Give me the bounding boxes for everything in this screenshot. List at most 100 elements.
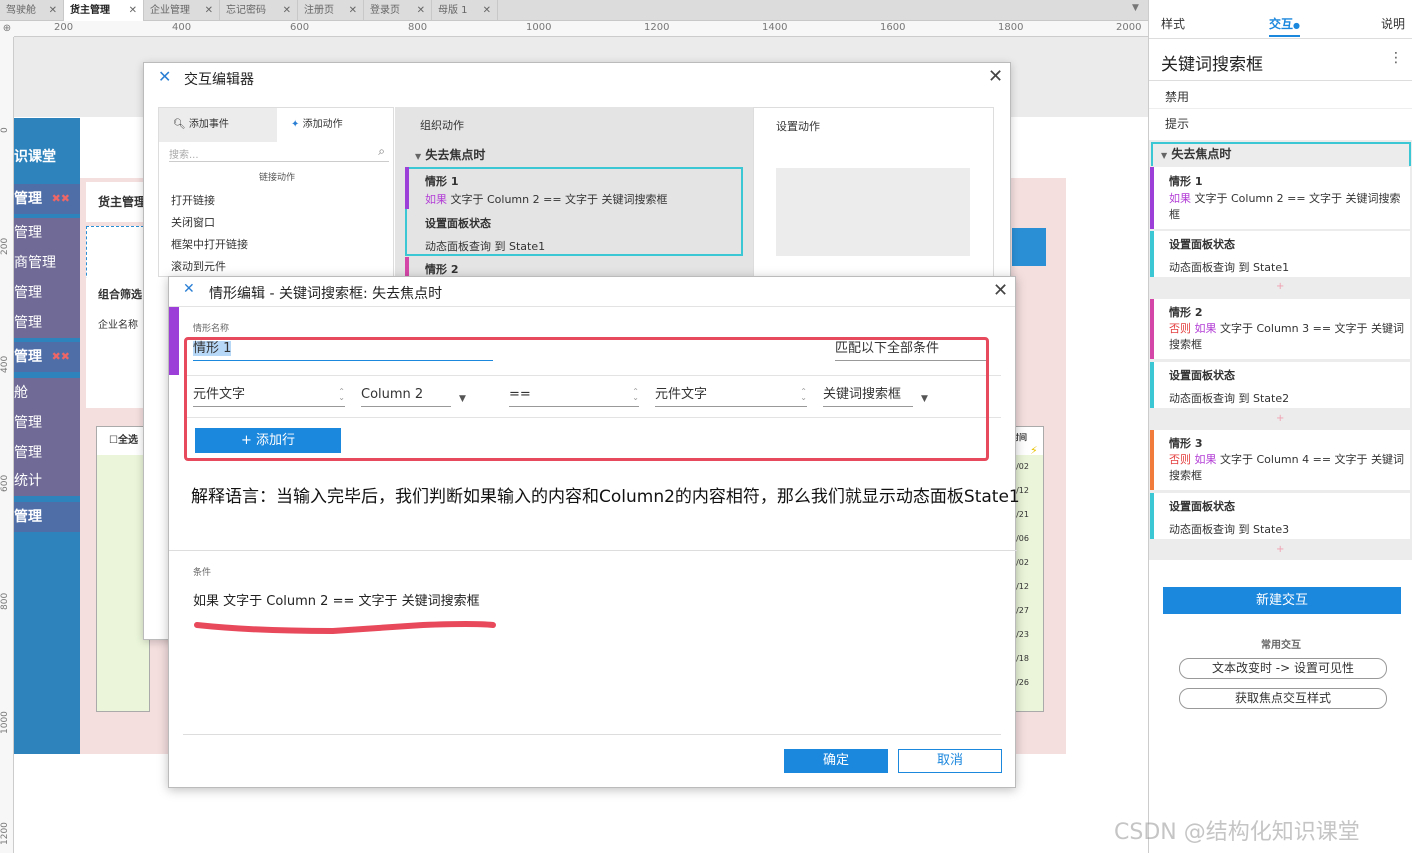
watermark: CSDN @结构化知识课堂 xyxy=(1114,820,1360,845)
link-actions-header: 链接动作 xyxy=(258,173,295,183)
add-action-icon[interactable]: + xyxy=(1276,281,1284,292)
event-header[interactable]: ▼ 失去焦点时 xyxy=(1151,142,1411,166)
close-icon[interactable]: ✕ xyxy=(49,0,57,21)
nav-item[interactable]: 管理 xyxy=(14,218,80,248)
action-open-in-frame[interactable]: 框架中打开链接 xyxy=(171,234,248,256)
tab-style[interactable]: 样式 xyxy=(1161,15,1185,32)
nav-item[interactable]: 商管理 xyxy=(14,248,80,278)
tab-interaction[interactable]: 交互● xyxy=(1269,15,1300,37)
action-detail: 动态面板查询 到 State2 xyxy=(1169,392,1290,405)
tab-add-action[interactable]: ✦ 添加动作 xyxy=(277,108,395,142)
explanation-annotation: 解释语言：当输入完毕后，我们判断如果输入的内容和Column2的内容相符，那么我… xyxy=(191,487,1020,507)
action-scroll-to-widget[interactable]: 滚动到元件 xyxy=(171,256,248,278)
tab-label: 添加动作 xyxy=(302,119,343,130)
close-icon[interactable]: ✕ xyxy=(993,280,1008,301)
page-search-button[interactable] xyxy=(1012,228,1046,266)
add-action-icon[interactable]: + xyxy=(1276,544,1284,555)
tab-label: 交互 xyxy=(1269,17,1294,31)
event-name: 失去焦点时 xyxy=(1171,147,1232,161)
document-tab-bar: 驾驶舱 ✕ 货主管理 ✕ 企业管理 ✕ 忘记密码 ✕ 注册页 ✕ 登录页 ✕ 母版 1 ✕ xyxy=(0,0,1148,21)
tab-add-event[interactable]: 🔍︎ 添加事件 xyxy=(159,108,277,142)
close-icon[interactable]: ✕ xyxy=(988,66,1003,87)
close-icon[interactable]: ✕ xyxy=(483,0,491,21)
ruler-label: 800 xyxy=(0,592,10,610)
ruler-label: 2000 xyxy=(1116,22,1142,33)
else-keyword: 否则 xyxy=(1169,322,1191,335)
nav-item[interactable]: 管理 xyxy=(14,502,80,532)
condition-summary: 如果 文字于 Column 2 == 文字于 关键词搜索框 xyxy=(193,594,480,609)
nav-item[interactable]: 管理 xyxy=(14,438,80,468)
action-list: 打开链接 关闭窗口 框架中打开链接 滚动到元件 xyxy=(171,190,248,278)
case-marker xyxy=(405,257,409,277)
ok-button[interactable]: 确定 xyxy=(784,749,888,773)
case-action-3[interactable]: 设置面板状态 动态面板查询 到 State3 xyxy=(1150,493,1410,539)
tab-master-1[interactable]: 母版 1 ✕ xyxy=(432,0,498,21)
case-action-2[interactable]: 设置面板状态 动态面板查询 到 State2 xyxy=(1150,362,1410,408)
select-all-header[interactable]: ☐全选 xyxy=(97,427,149,455)
ruler-label: 1800 xyxy=(998,22,1024,33)
event-header[interactable]: ▼ 失去焦点时 xyxy=(415,146,485,163)
filter-title: 组合筛选 xyxy=(98,288,142,301)
dot-icon: ● xyxy=(1293,21,1300,30)
event-name: 失去焦点时 xyxy=(425,148,486,162)
nav-item[interactable]: 管理 ✖✖ xyxy=(14,342,80,372)
page-brand: 识课堂 xyxy=(14,149,56,165)
cancel-button[interactable]: 取消 xyxy=(898,749,1002,773)
selected-case-block[interactable]: 情形 1 如果 文字于 Column 2 == 文字于 关键词搜索框 设置面板状… xyxy=(405,167,743,256)
case-item-3[interactable]: 情形 3 否则 如果 文字于 Column 4 == 文字于 关键词搜索框 xyxy=(1150,430,1410,490)
divider xyxy=(1149,80,1412,81)
nav-item[interactable]: 管理 xyxy=(14,278,80,308)
case-2-row[interactable]: 情形 2 xyxy=(405,257,743,277)
tab-label: 登录页 xyxy=(370,5,400,16)
case-item-1[interactable]: 情形 1 如果 文字于 Column 2 == 文字于 关键词搜索框 xyxy=(1150,167,1410,229)
disabled-option[interactable]: 禁用 xyxy=(1165,88,1189,105)
horizontal-ruler: 200 400 600 800 1000 1200 1400 1600 1800… xyxy=(14,21,1148,37)
common-interaction-button[interactable]: 获取焦点交互样式 xyxy=(1179,688,1387,709)
common-interaction-button[interactable]: 文本改变时 -> 设置可见性 xyxy=(1179,658,1387,679)
tab-notes[interactable]: 说明 xyxy=(1381,15,1405,32)
action-close-window[interactable]: 关闭窗口 xyxy=(171,212,248,234)
nav-item[interactable]: 管理 xyxy=(14,308,80,338)
action-open-link[interactable]: 打开链接 xyxy=(171,190,248,212)
tab-enterprise-management[interactable]: 企业管理 ✕ xyxy=(144,0,220,21)
nav-label: 舱 xyxy=(14,385,28,401)
nav-label: 管理 xyxy=(14,445,42,461)
divider xyxy=(169,550,1017,551)
close-icon[interactable]: ✕ xyxy=(205,0,213,21)
case-name: 情形 3 xyxy=(1169,437,1203,450)
case-name-label: 情形名称 xyxy=(193,324,230,334)
new-interaction-button[interactable]: 新建交互 xyxy=(1163,587,1401,614)
tab-shipper-management[interactable]: 货主管理 ✕ xyxy=(64,0,144,21)
case-name: 情形 1 xyxy=(1169,175,1203,188)
tooltip-option[interactable]: 提示 xyxy=(1165,115,1189,132)
ruler-label: 400 xyxy=(0,355,10,373)
case-action-1[interactable]: 设置面板状态 动态面板查询 到 State1 xyxy=(1150,231,1410,277)
action-search-input[interactable]: 搜索... ⌕ xyxy=(169,144,389,162)
organize-actions-panel: 组织动作 ▼ 失去焦点时 情形 1 如果 文字于 Column 2 == 文字于… xyxy=(395,107,753,277)
close-icon[interactable]: ✕ xyxy=(349,0,357,21)
nav-item[interactable]: 统计 xyxy=(14,466,80,496)
ruler-origin-icon[interactable]: ⊕ xyxy=(0,21,14,37)
more-options-icon[interactable]: ⋮ xyxy=(1389,50,1403,66)
add-action-icon[interactable]: + xyxy=(1276,413,1284,424)
tab-overflow-dropdown-icon[interactable]: ▼ xyxy=(1132,3,1139,13)
nav-item[interactable]: 舱 xyxy=(14,378,80,408)
tab-login[interactable]: 登录页 ✕ xyxy=(364,0,432,21)
tab-forgot-password[interactable]: 忘记密码 ✕ xyxy=(220,0,298,21)
case-color-marker xyxy=(169,307,179,375)
nav-item[interactable]: 管理 ✖✖ xyxy=(14,184,80,214)
search-icon[interactable]: ⌕ xyxy=(378,144,385,159)
close-icon[interactable]: ✕ xyxy=(283,0,291,21)
ruler-label: 600 xyxy=(0,474,10,492)
close-icon[interactable]: ✕ xyxy=(129,0,137,21)
tab-cockpit[interactable]: 驾驶舱 ✕ xyxy=(0,0,64,21)
tab-register[interactable]: 注册页 ✕ xyxy=(298,0,364,21)
close-icon[interactable]: ✕ xyxy=(417,0,425,21)
nav-item[interactable]: 管理 xyxy=(14,408,80,438)
if-keyword: 如果 xyxy=(1194,453,1217,466)
tab-label: 驾驶舱 xyxy=(6,5,36,16)
case-dialog-header: ✕ 情形编辑 - 关键词搜索框: 失去焦点时 ✕ xyxy=(169,277,1015,307)
case-condition: 否则 如果 文字于 Column 3 == 文字于 关键词搜索框 xyxy=(1169,321,1405,353)
ruler-label: 0 xyxy=(0,127,10,133)
case-item-2[interactable]: 情形 2 否则 如果 文字于 Column 3 == 文字于 关键词搜索框 xyxy=(1150,299,1410,359)
